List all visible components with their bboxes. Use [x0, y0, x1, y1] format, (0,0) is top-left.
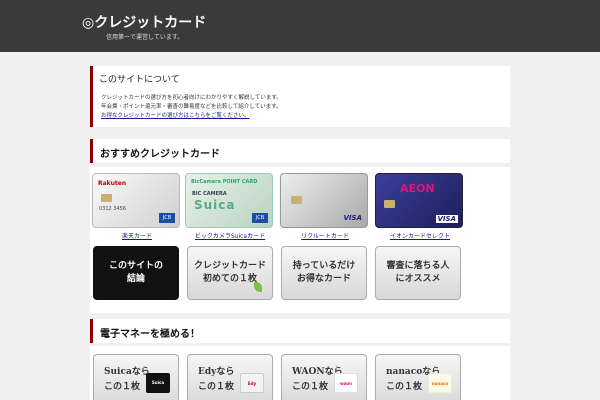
rakuten-logo: Rakuten [98, 180, 127, 187]
tile-site-conclusion[interactable]: このサイトの 結論 [93, 246, 179, 300]
tile-line-1: クレジットカード [193, 261, 266, 271]
tile-line-1: Suicaなら [104, 367, 150, 377]
recommend-grid: Rakuten 0312 3456 JCB 楽天カード BicCamera PO… [90, 167, 510, 313]
tile-nanaco[interactable]: nanacoなら この１枚 nanaco [375, 354, 461, 400]
jcb-logo: JCB [159, 213, 175, 223]
card-image-bic-suica[interactable]: BicCamera POINT CARD BIC CAMERA Suica JC… [185, 173, 273, 228]
suica-logo: Suica [194, 198, 236, 212]
nanaco-logo-icon: nanaco [428, 373, 452, 393]
card-image-recruit[interactable]: VISA [280, 173, 368, 228]
tile-edy[interactable]: Edyなら この１枚 Edy [187, 354, 273, 400]
tile-line-2: お得なカード [296, 274, 351, 284]
tile-first-card[interactable]: クレジットカード 初めての１枚 [187, 246, 273, 300]
recommend-heading-text: おすすめクレジットカード [100, 149, 220, 160]
edy-logo-icon: Edy [240, 373, 264, 393]
card-number: 0312 3456 [99, 206, 127, 212]
waon-logo-icon: waon [334, 373, 358, 393]
card-link-recruit[interactable]: リクルートカード [280, 231, 370, 240]
about-title: このサイトについて [99, 75, 180, 85]
aeon-logo: AEON [400, 182, 435, 195]
card-link-bic-suica[interactable]: ビックカメラSuicaカード [185, 231, 275, 240]
card-rakuten[interactable]: Rakuten 0312 3456 JCB 楽天カード [92, 173, 182, 240]
card-recruit[interactable]: VISA リクルートカード [280, 173, 370, 240]
bic-point-label: BicCamera POINT CARD [191, 179, 258, 185]
emoney-grid: Suicaなら この１枚 Suica Edyなら この１枚 Edy WAONなら… [90, 346, 510, 400]
card-image-rakuten[interactable]: Rakuten 0312 3456 JCB [92, 173, 180, 228]
card-bic-suica[interactable]: BicCamera POINT CARD BIC CAMERA Suica JC… [185, 173, 275, 240]
tile-line-2: 結論 [126, 274, 145, 284]
about-line-2: 年会費・ポイント還元率・審査の難易度などを比較して紹介しています。 [101, 104, 282, 110]
chip-icon [101, 194, 112, 202]
card-link-aeon[interactable]: イオンカードセレクト [375, 231, 465, 240]
card-link-rakuten[interactable]: 楽天カード [92, 231, 182, 240]
chip-icon [291, 196, 302, 204]
jcb-logo: JCB [252, 213, 268, 223]
tile-rejected-applicants[interactable]: 審査に落ちる人 にオススメ [375, 246, 461, 300]
about-panel: このサイトについて クレジットカードの選び方を初心者向けにわかりやすく解説してい… [90, 66, 510, 127]
beginner-leaf-icon [254, 282, 262, 292]
site-tagline: 信用第一で運営しています。 [106, 34, 184, 41]
site-title[interactable]: ◎クレジットカード [82, 12, 206, 32]
tile-line-1: Edyなら [198, 367, 235, 377]
card-aeon[interactable]: AEON VISA イオンカードセレクト [375, 173, 465, 240]
tile-line-2: この１枚 [292, 382, 329, 392]
tile-line-2: この１枚 [386, 382, 423, 392]
tile-line-1: このサイトの [108, 261, 163, 271]
about-link[interactable]: お得なクレジットカードの選び方はこちらをご覧ください。 [101, 111, 250, 119]
tile-waon[interactable]: WAONなら この１枚 waon [281, 354, 367, 400]
tile-line-2: この１枚 [198, 382, 235, 392]
tile-value-card[interactable]: 持っているだけ お得なカード [281, 246, 367, 300]
visa-logo: VISA [435, 215, 458, 223]
visa-logo: VISA [343, 214, 362, 222]
emoney-heading: 電子マネーを極める！ [90, 319, 510, 343]
recommend-heading: おすすめクレジットカード [90, 139, 510, 163]
tile-line-1: 持っているだけ [292, 261, 356, 271]
tile-line-1: 審査に落ちる人 [386, 261, 450, 271]
bic-camera-label: BIC CAMERA [192, 191, 227, 197]
about-line-1: クレジットカードの選び方を初心者向けにわかりやすく解説しています。 [101, 95, 282, 101]
tile-suica[interactable]: Suicaなら この１枚 Suica [93, 354, 179, 400]
emoney-heading-text: 電子マネーを極める！ [100, 329, 200, 340]
chip-icon [384, 200, 395, 208]
site-header: ◎クレジットカード 信用第一で運営しています。 [0, 0, 600, 52]
card-image-aeon[interactable]: AEON VISA [375, 173, 463, 228]
tile-line-2: にオススメ [395, 274, 441, 284]
suica-logo-icon: Suica [146, 373, 170, 393]
tile-line-2: この１枚 [104, 382, 141, 392]
